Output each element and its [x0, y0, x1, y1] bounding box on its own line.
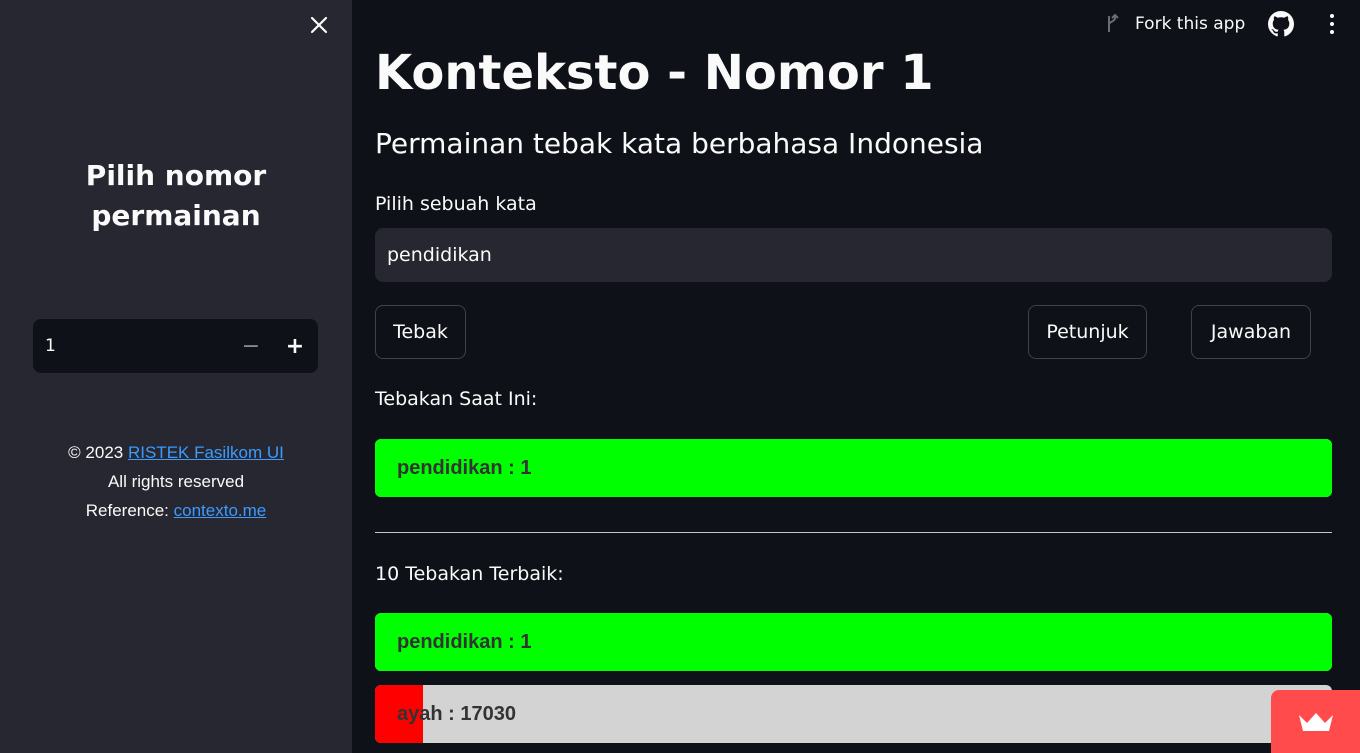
word-input-label: Pilih sebuah kata	[375, 193, 537, 215]
best-guess-bar: ayah : 17030	[375, 685, 1332, 743]
fork-icon	[1108, 13, 1119, 32]
reference-label: Reference:	[85, 501, 174, 520]
crown-icon	[1298, 712, 1333, 731]
sidebar-title: Pilih nomor permainan	[85, 159, 267, 232]
game-number-input[interactable]: 1	[45, 319, 56, 373]
guess-button[interactable]: Tebak	[375, 305, 466, 359]
rights-text: All rights reserved	[107, 472, 245, 491]
word-input[interactable]	[375, 228, 1332, 282]
best-guesses-label: 10 Tebakan Terbaik:	[375, 563, 564, 585]
answer-button[interactable]: Jawaban	[1191, 305, 1311, 359]
best-guess-bar: pendidikan : 1	[375, 613, 1332, 671]
ristek-link[interactable]: RISTEK Fasilkom UI	[128, 443, 284, 462]
kebab-menu-icon[interactable]	[1320, 11, 1344, 37]
sidebar: Pilih nomor permainan 1 − + © 2023 RISTE…	[0, 0, 352, 753]
streamlit-badge[interactable]	[1271, 690, 1360, 753]
hint-button[interactable]: Petunjuk	[1028, 305, 1147, 359]
close-icon	[310, 16, 328, 34]
game-number-stepper[interactable]: 1 − +	[33, 319, 318, 373]
fork-app-button[interactable]: Fork this app	[1103, 10, 1245, 38]
current-guess-label: Tebakan Saat Ini:	[375, 388, 538, 410]
close-sidebar-button[interactable]	[305, 11, 333, 39]
contexto-link[interactable]: contexto.me	[174, 501, 267, 520]
current-guess-text: pendidikan : 1	[397, 457, 532, 479]
decrement-button[interactable]: −	[233, 328, 269, 364]
page-title: Konteksto - Nomor 1	[375, 45, 934, 101]
github-icon[interactable]	[1268, 11, 1294, 37]
sidebar-footer: © 2023 RISTEK Fasilkom UI All rights res…	[0, 438, 352, 525]
copyright-text: © 2023	[68, 443, 128, 462]
page-subtitle: Permainan tebak kata berbahasa Indonesia	[375, 127, 984, 160]
increment-button[interactable]: +	[277, 328, 313, 364]
divider	[375, 532, 1332, 533]
fork-label: Fork this app	[1135, 14, 1246, 34]
current-guess-bar: pendidikan : 1	[375, 439, 1332, 497]
best-guess-text: ayah : 17030	[397, 703, 516, 725]
best-guess-text: pendidikan : 1	[397, 631, 532, 653]
